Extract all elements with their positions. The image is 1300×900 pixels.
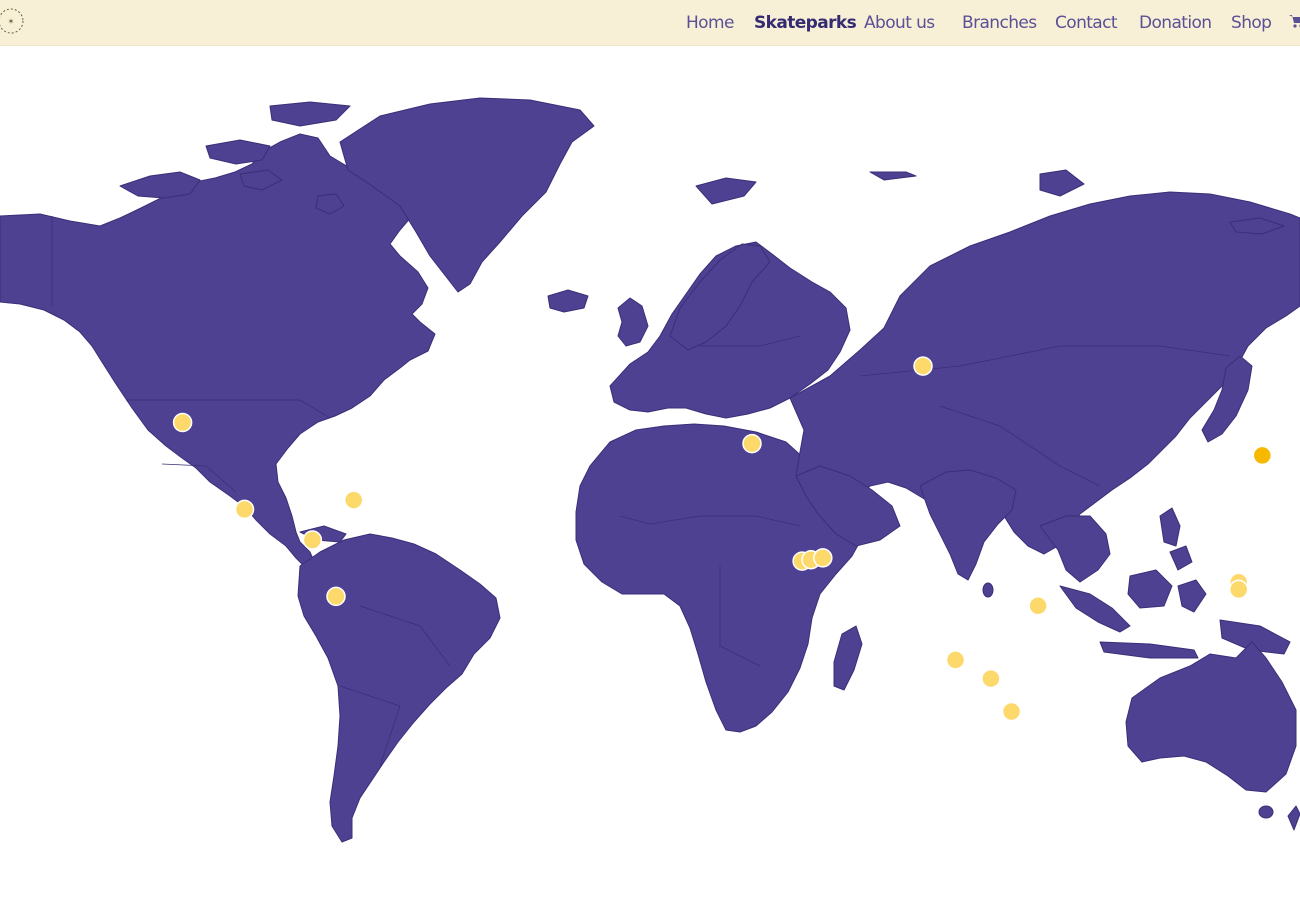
skatepark-marker[interactable] [1228,579,1249,600]
india [919,469,1017,581]
skatepark-marker[interactable] [302,530,323,550]
nav-home[interactable]: Home [686,13,734,33]
australia [1125,641,1297,793]
skatepark-marker[interactable] [945,650,966,670]
skatepark-marker[interactable] [913,356,933,376]
skatepark-marker[interactable] [172,412,193,433]
svg-text:✶: ✶ [8,17,15,26]
tasmania [1258,805,1274,819]
skatepark-marker[interactable] [981,668,1001,689]
skateistan-logo[interactable]: ✶ [0,4,26,38]
skatepark-marker[interactable] [1001,701,1022,722]
skatepark-marker[interactable] [234,499,255,520]
skatepark-marker[interactable] [326,586,346,607]
iceland [547,289,589,313]
land-layer [0,97,1300,843]
skatepark-marker[interactable] [742,433,762,454]
skatepark-marker[interactable] [1252,445,1273,466]
nav-about-us[interactable]: About us [864,13,935,33]
indonesia [1059,569,1291,659]
sri-lanka [982,582,994,598]
nav-branches[interactable]: Branches [962,13,1037,33]
new-zealand [1287,805,1300,831]
site-header: ✶ Home Skateparks About us Branches Cont… [0,0,1300,46]
nav-contact[interactable]: Contact [1055,13,1118,33]
skatepark-marker[interactable] [813,548,833,568]
nav-donation[interactable]: Donation [1139,13,1212,33]
south-america [297,533,501,843]
nav-shop[interactable]: Shop [1231,13,1272,33]
nav-skateparks[interactable]: Skateparks [754,13,857,33]
skatepark-marker[interactable] [1028,596,1048,616]
cart-icon[interactable] [1288,13,1300,29]
madagascar [833,625,863,691]
world-map[interactable] [0,46,1300,900]
skatepark-marker[interactable] [343,490,364,510]
uk [617,297,649,347]
north-america [0,133,436,569]
philippines [1159,507,1193,571]
